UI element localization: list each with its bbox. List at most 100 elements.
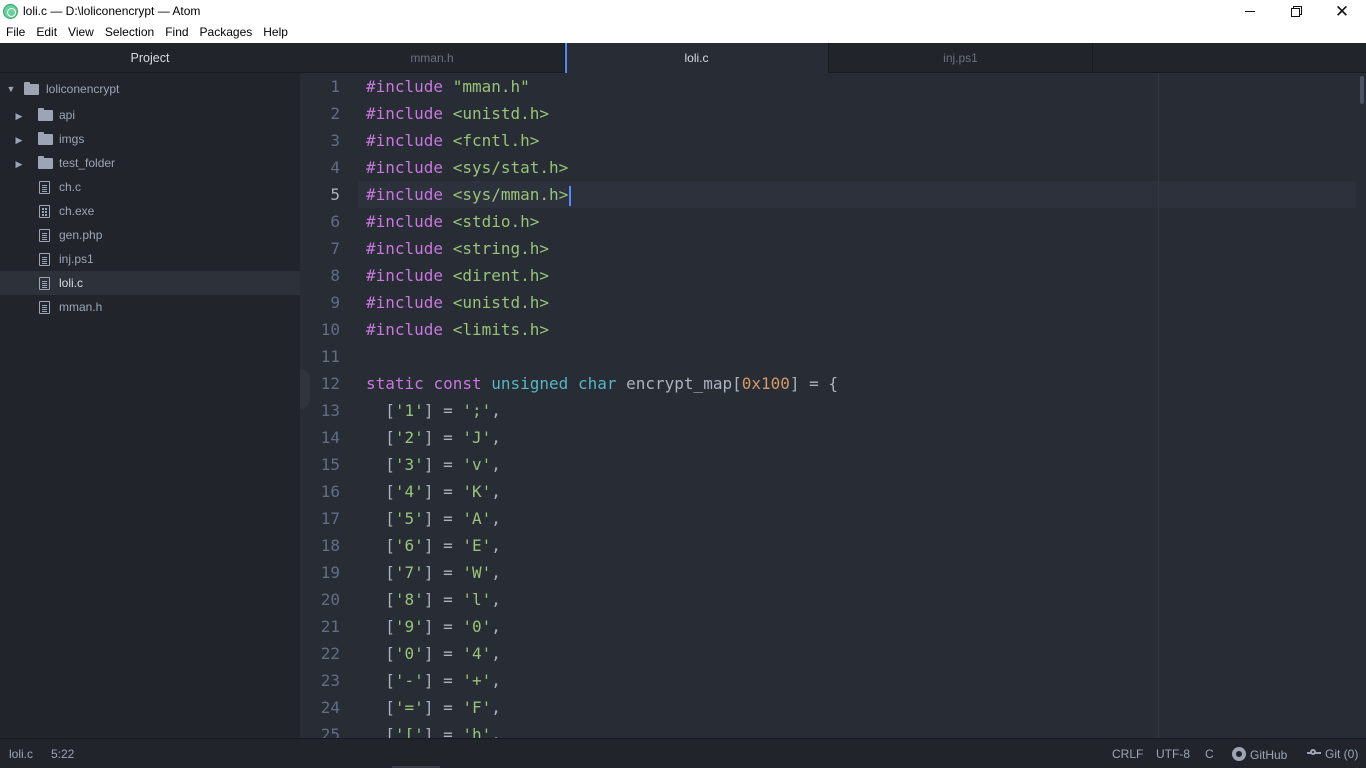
code-line[interactable]: 20 ['8'] = 'l', (300, 586, 1360, 613)
menu-packages[interactable]: Packages (194, 23, 258, 43)
status-file-name[interactable]: loli.c (9, 747, 33, 761)
menu-edit[interactable]: Edit (30, 23, 62, 43)
code-line[interactable]: 22 ['0'] = '4', (300, 640, 1360, 667)
line-number[interactable]: 16 (300, 478, 340, 505)
tab-bar: mman.h loli.c inj.ps1 (300, 43, 1366, 74)
editor-scrollbar[interactable] (1360, 76, 1364, 104)
code-line[interactable]: 2 #include <unistd.h> (300, 100, 1360, 127)
include-path: <unistd.h> (452, 293, 550, 312)
code-line[interactable]: 5 #include <sys/mman.h> (300, 181, 1360, 208)
tree-item-folder[interactable]: ▶ imgs (0, 127, 300, 151)
tree-item-file[interactable]: ch.c (0, 175, 300, 199)
line-number[interactable]: 2 (300, 100, 340, 127)
code-editor[interactable]: 1 #include "mman.h" 2 #include <unistd.h> 3 #… (300, 73, 1366, 738)
line-number[interactable]: 13 (300, 397, 340, 424)
code-line[interactable]: 14 ['2'] = 'J', (300, 424, 1360, 451)
char-literal: 'J' (462, 428, 492, 447)
line-number[interactable]: 6 (300, 208, 340, 235)
status-encoding[interactable]: UTF-8 (1156, 747, 1190, 761)
line-number[interactable]: 4 (300, 154, 340, 181)
line-number[interactable]: 17 (300, 505, 340, 532)
menu-view[interactable]: View (62, 23, 99, 43)
code-line[interactable]: 1 #include "mman.h" (300, 73, 1360, 100)
tab-mman-h[interactable]: mman.h (300, 43, 565, 73)
code-line[interactable]: 15 ['3'] = 'v', (300, 451, 1360, 478)
binary-file-icon (39, 204, 50, 218)
code-line[interactable]: 3 #include <fcntl.h> (300, 127, 1360, 154)
menu-help[interactable]: Help (257, 23, 293, 43)
status-cursor-position[interactable]: 5:22 (51, 747, 74, 761)
github-button[interactable]: GitHub (1232, 747, 1287, 762)
line-number[interactable]: 3 (300, 127, 340, 154)
project-panel-title[interactable]: Project (0, 43, 300, 73)
minimize-button[interactable] (1227, 0, 1273, 23)
minimize-icon (1245, 11, 1255, 12)
git-button[interactable]: Git (0) (1307, 747, 1358, 761)
line-number[interactable]: 11 (300, 343, 340, 370)
tab-inj-ps1[interactable]: inj.ps1 (829, 43, 1093, 73)
tree-item-folder[interactable]: ▶ test_folder (0, 151, 300, 175)
tree-item-file[interactable]: mman.h (0, 295, 300, 319)
code-line[interactable]: 11 (300, 343, 1360, 370)
line-number[interactable]: 1 (300, 73, 340, 100)
code-text: #include <dirent.h> (366, 262, 549, 289)
code-line[interactable]: 17 ['5'] = 'A', (300, 505, 1360, 532)
menu-file[interactable]: File (0, 23, 30, 43)
line-number[interactable]: 21 (300, 613, 340, 640)
code-line[interactable]: 23 ['-'] = '+', (300, 667, 1360, 694)
folder-icon (38, 131, 53, 145)
status-grammar[interactable]: C (1205, 747, 1214, 761)
code-line[interactable]: 6 #include <stdio.h> (300, 208, 1360, 235)
code-line[interactable]: 9 #include <unistd.h> (300, 289, 1360, 316)
line-number[interactable]: 10 (300, 316, 340, 343)
code-line[interactable]: 21 ['9'] = '0', (300, 613, 1360, 640)
tree-item-binary[interactable]: ch.exe (0, 199, 300, 223)
line-number[interactable]: 19 (300, 559, 340, 586)
line-number[interactable]: 15 (300, 451, 340, 478)
code-line[interactable]: 12 static const unsigned char encrypt_map… (300, 370, 1360, 397)
code-line[interactable]: 24 ['='] = 'F', (300, 694, 1360, 721)
maximize-button[interactable] (1273, 0, 1319, 23)
file-text-icon (39, 228, 50, 242)
tree-item-file[interactable]: gen.php (0, 223, 300, 247)
code-line[interactable]: 18 ['6'] = 'E', (300, 532, 1360, 559)
code-line[interactable]: 25 ['['] = 'h', (300, 721, 1360, 738)
line-number[interactable]: 22 (300, 640, 340, 667)
tree-item-label: gen.php (59, 228, 103, 242)
include-path: <limits.h> (452, 320, 550, 339)
line-number[interactable]: 8 (300, 262, 340, 289)
code-line[interactable]: 10 #include <limits.h> (300, 316, 1360, 343)
code-text: ['6'] = 'E', (366, 536, 501, 555)
tree-item-folder[interactable]: ▶ api (0, 103, 300, 127)
tree-root-folder[interactable]: ▼ loliconencrypt (0, 77, 300, 101)
line-number[interactable]: 9 (300, 289, 340, 316)
char-literal: '6' (394, 536, 424, 555)
line-number[interactable]: 5 (300, 181, 340, 208)
code-text: #include <string.h> (366, 235, 549, 262)
menu-find[interactable]: Find (159, 23, 193, 43)
close-button[interactable]: ✕ (1319, 0, 1365, 23)
tab-loli-c[interactable]: loli.c (565, 43, 829, 74)
preprocessor-keyword: #include (366, 131, 444, 150)
line-number[interactable]: 25 (300, 721, 340, 738)
line-number[interactable]: 24 (300, 694, 340, 721)
status-line-ending[interactable]: CRLF (1112, 747, 1143, 761)
code-line[interactable]: 4 #include <sys/stat.h> (300, 154, 1360, 181)
tree-item-file[interactable]: loli.c (0, 271, 300, 295)
code-text: ['4'] = 'K', (366, 482, 501, 501)
line-number[interactable]: 20 (300, 586, 340, 613)
include-path: <stdio.h> (452, 212, 540, 231)
char-literal: '[' (394, 725, 424, 738)
line-number[interactable]: 12 (300, 370, 340, 397)
line-number[interactable]: 14 (300, 424, 340, 451)
tree-item-file[interactable]: inj.ps1 (0, 247, 300, 271)
line-number[interactable]: 23 (300, 667, 340, 694)
code-line[interactable]: 8 #include <dirent.h> (300, 262, 1360, 289)
line-number[interactable]: 7 (300, 235, 340, 262)
code-line[interactable]: 19 ['7'] = 'W', (300, 559, 1360, 586)
menu-selection[interactable]: Selection (99, 23, 159, 43)
code-line[interactable]: 13 ['1'] = ';', (300, 397, 1360, 424)
code-line[interactable]: 16 ['4'] = 'K', (300, 478, 1360, 505)
line-number[interactable]: 18 (300, 532, 340, 559)
code-line[interactable]: 7 #include <string.h> (300, 235, 1360, 262)
